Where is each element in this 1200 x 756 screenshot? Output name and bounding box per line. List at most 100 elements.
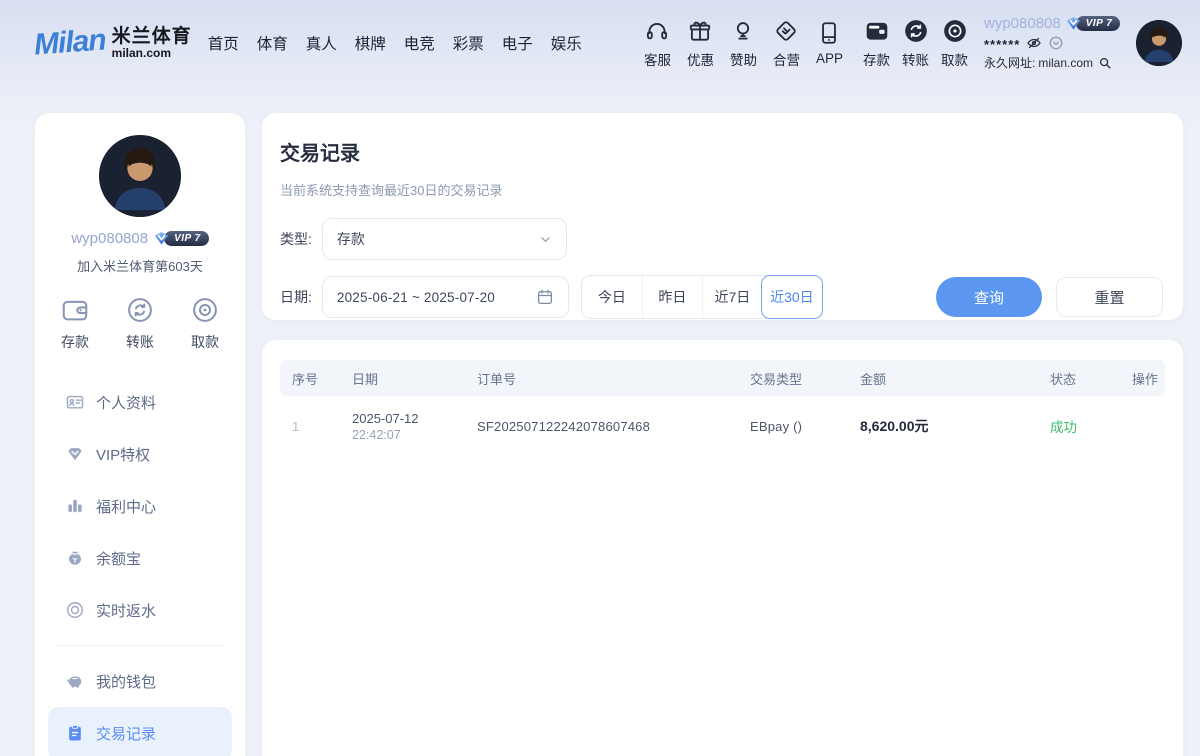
sidebar-username-text: wyp080808 bbox=[71, 230, 148, 247]
topbar-actions: 客服 优惠 赞助 合营 APP bbox=[644, 18, 968, 69]
table-header-row: 序号 日期 订单号 交易类型 金额 状态 操作 bbox=[280, 360, 1165, 396]
partnership-button[interactable]: 合营 bbox=[773, 18, 800, 69]
row-index: 1 bbox=[280, 419, 340, 434]
app-download-button[interactable]: APP bbox=[816, 20, 843, 66]
header-action: 操作 bbox=[1120, 369, 1165, 388]
sidebar-item-vip[interactable]: VIP特权 bbox=[48, 428, 232, 480]
sidebar-avatar[interactable] bbox=[99, 135, 181, 217]
sponsorship-button[interactable]: 赞助 bbox=[730, 18, 757, 69]
nav-item-entertainment[interactable]: 娱乐 bbox=[551, 32, 582, 54]
vip-level-text: VIP 7 bbox=[1076, 16, 1121, 31]
sidebar-item-yuebao[interactable]: 余额宝 bbox=[48, 532, 232, 584]
account-sidebar: wyp080808 VIP 7 加入米兰体育第603天 存款 转账 取款 bbox=[35, 113, 245, 756]
wallet-outline-icon bbox=[60, 295, 90, 325]
transfer-button[interactable]: 转账 bbox=[902, 18, 929, 69]
page-title: 交易记录 bbox=[280, 137, 1163, 166]
benefits-icon bbox=[65, 496, 85, 516]
nav-item-cards[interactable]: 棋牌 bbox=[355, 32, 386, 54]
sidebar-item-label: 福利中心 bbox=[96, 496, 156, 517]
reset-button[interactable]: 重置 bbox=[1056, 277, 1163, 317]
nav-item-lottery[interactable]: 彩票 bbox=[453, 32, 484, 54]
row-date: 2025-07-12 bbox=[352, 410, 465, 429]
range-30days-button[interactable]: 近30日 bbox=[761, 275, 823, 319]
masked-balance-text: ****** bbox=[984, 36, 1020, 50]
sidebar-item-wallet[interactable]: 我的钱包 bbox=[48, 655, 232, 707]
phone-icon bbox=[816, 20, 842, 46]
sidebar-item-label: 余额宝 bbox=[96, 548, 141, 569]
gift-icon bbox=[687, 18, 713, 44]
sidebar-item-label: VIP特权 bbox=[96, 444, 150, 465]
sidebar-item-benefits[interactable]: 福利中心 bbox=[48, 480, 232, 532]
vip-level-text: VIP 7 bbox=[164, 231, 209, 246]
action-label: 客服 bbox=[644, 49, 671, 69]
sidebar-item-transaction-records[interactable]: 交易记录 bbox=[48, 707, 232, 756]
withdraw-filled-icon bbox=[942, 18, 968, 44]
nav-item-live[interactable]: 真人 bbox=[306, 32, 337, 54]
sidebar-item-profile[interactable]: 个人资料 bbox=[48, 376, 232, 428]
nav-item-slots[interactable]: 电子 bbox=[502, 32, 533, 54]
sidebar-item-label: 交易记录 bbox=[96, 723, 156, 744]
promotions-button[interactable]: 优惠 bbox=[687, 18, 714, 69]
range-today-button[interactable]: 今日 bbox=[582, 276, 642, 318]
headset-icon bbox=[644, 18, 670, 44]
header-index: 序号 bbox=[280, 369, 340, 388]
date-range-input[interactable]: 2025-06-21 ~ 2025-07-20 bbox=[322, 276, 569, 318]
handshake-icon bbox=[773, 18, 799, 44]
rebate-icon bbox=[65, 600, 85, 620]
header-amount: 金额 bbox=[848, 369, 1038, 388]
brand-domain-text: milan.com bbox=[112, 47, 192, 60]
customer-service-button[interactable]: 客服 bbox=[644, 18, 671, 69]
withdraw-outline-icon bbox=[190, 295, 220, 325]
action-label: 转账 bbox=[902, 49, 929, 69]
sidebar-item-label: 个人资料 bbox=[96, 392, 156, 413]
search-button[interactable]: 查询 bbox=[936, 277, 1042, 317]
eye-off-icon[interactable] bbox=[1026, 35, 1042, 51]
avatar-image bbox=[99, 135, 181, 217]
quick-action-label: 转账 bbox=[126, 332, 154, 352]
sidebar-transfer-button[interactable]: 转账 bbox=[125, 295, 155, 352]
vip-badge: VIP 7 bbox=[153, 231, 209, 246]
nav-item-home[interactable]: 首页 bbox=[208, 32, 239, 54]
refresh-balance-icon[interactable] bbox=[1048, 35, 1064, 51]
brand-script-text: Milan bbox=[33, 24, 107, 63]
user-info-block[interactable]: wyp080808 VIP 7 ****** 永久网址: milan.com bbox=[984, 15, 1124, 71]
header-date: 日期 bbox=[340, 369, 465, 388]
date-range-value: 2025-06-21 ~ 2025-07-20 bbox=[337, 290, 495, 305]
search-icon[interactable] bbox=[1098, 56, 1112, 70]
vip-gem-icon bbox=[65, 444, 85, 464]
sidebar-withdraw-button[interactable]: 取款 bbox=[190, 295, 220, 352]
deposit-button[interactable]: 存款 bbox=[863, 18, 890, 69]
action-label: 取款 bbox=[941, 49, 968, 69]
sidebar-item-rebate[interactable]: 实时返水 bbox=[48, 584, 232, 636]
table-row: 1 2025-07-12 22:42:07 SF2025071222420786… bbox=[280, 396, 1165, 456]
transfer-filled-icon bbox=[903, 18, 929, 44]
sidebar-menu: 个人资料 VIP特权 福利中心 余额宝 实时返水 bbox=[35, 376, 245, 756]
vip-diamond-icon bbox=[1065, 16, 1082, 31]
type-select[interactable]: 存款 bbox=[322, 218, 567, 260]
action-label: APP bbox=[816, 51, 843, 66]
action-label: 合营 bbox=[773, 49, 800, 69]
sidebar-divider bbox=[54, 645, 226, 646]
nav-item-esports[interactable]: 电竞 bbox=[404, 32, 435, 54]
header-type: 交易类型 bbox=[738, 369, 848, 388]
sidebar-quick-actions: 存款 转账 取款 bbox=[35, 295, 245, 352]
row-order-no: SF202507122242078607468 bbox=[465, 419, 738, 434]
brand-logo[interactable]: Milan 米兰体育 milan.com bbox=[34, 26, 192, 60]
main-nav: 首页 体育 真人 棋牌 电竞 彩票 电子 娱乐 bbox=[208, 32, 582, 54]
membership-days-text: 加入米兰体育第603天 bbox=[35, 256, 245, 275]
row-status-badge: 成功 bbox=[1038, 416, 1120, 436]
withdraw-button[interactable]: 取款 bbox=[941, 18, 968, 69]
moneybag-icon bbox=[65, 548, 85, 568]
header-order-no: 订单号 bbox=[465, 369, 738, 388]
piggy-icon bbox=[65, 671, 85, 691]
sidebar-item-label: 实时返水 bbox=[96, 600, 156, 621]
user-avatar[interactable] bbox=[1136, 20, 1182, 66]
sidebar-deposit-button[interactable]: 存款 bbox=[60, 295, 90, 352]
username-text: wyp080808 bbox=[984, 15, 1061, 32]
chevron-down-icon bbox=[539, 233, 552, 246]
range-7days-button[interactable]: 近7日 bbox=[702, 276, 762, 318]
brand-name-text: 米兰体育 bbox=[112, 27, 192, 47]
range-yesterday-button[interactable]: 昨日 bbox=[642, 276, 702, 318]
nav-item-sports[interactable]: 体育 bbox=[257, 32, 288, 54]
calendar-icon bbox=[536, 288, 554, 306]
